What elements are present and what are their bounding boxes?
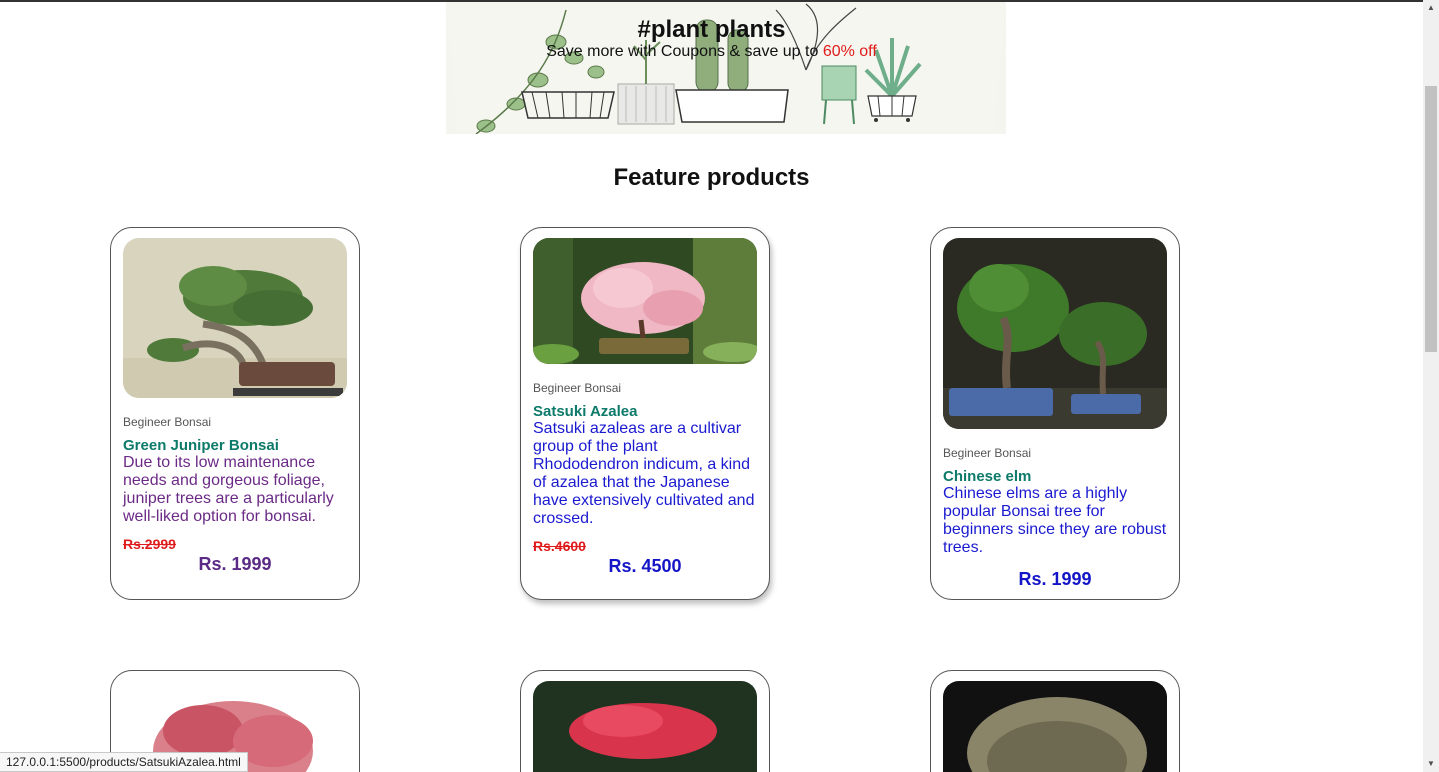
banner-offer: 60% off (822, 43, 877, 60)
product-image-azalea (533, 238, 757, 364)
product-category: Begineer Bonsai (533, 381, 622, 395)
section-title: Feature products (613, 164, 810, 191)
product-description: Satsuki azaleas are a cultivar group of … (533, 420, 755, 527)
product-old-price: Rs.2999 (123, 536, 176, 552)
product-card-row2-2[interactable] (520, 670, 770, 772)
product-price: Rs. 1999 (198, 554, 272, 574)
vertical-scrollbar[interactable]: ▲ ▼ (1423, 0, 1439, 772)
scroll-down-arrow-icon[interactable]: ▼ (1423, 756, 1439, 772)
product-name: Chinese elm (943, 468, 1032, 485)
product-card-green-juniper[interactable]: Begineer Bonsai Green Juniper Bonsai Due… (110, 227, 360, 600)
product-description: Chinese elms are a highly popular Bonsai… (943, 485, 1167, 556)
product-price: Rs. 1999 (1018, 569, 1092, 589)
product-price: Rs. 4500 (608, 556, 682, 576)
product-category: Begineer Bonsai (123, 415, 212, 429)
page: #plant plants Save more with Coupons & s… (0, 0, 1423, 772)
scroll-thumb[interactable] (1425, 86, 1437, 352)
product-image-dark-bonsai (943, 681, 1167, 772)
link-status-bar: 127.0.0.1:5500/products/SatsukiAzalea.ht… (0, 752, 248, 772)
product-name: Green Juniper Bonsai (123, 437, 279, 454)
banner-subtitle: Save more with Coupons & save up to 60% … (0, 43, 1423, 61)
product-name: Satsuki Azalea (533, 403, 638, 420)
product-image-pink-bonsai (533, 681, 757, 772)
product-description: Due to its low maintenance needs and gor… (123, 454, 334, 525)
product-category: Begineer Bonsai (943, 446, 1032, 460)
window-top-border (0, 0, 1439, 2)
product-card-chinese-elm[interactable]: Begineer Bonsai Chinese elm Chinese elms… (930, 227, 1180, 600)
product-image-chinese-elm (943, 238, 1167, 429)
banner-title: #plant plants (637, 16, 786, 43)
product-image-juniper (123, 238, 347, 398)
banner-subtitle-text: Save more with Coupons & save up to (546, 43, 823, 60)
scroll-up-arrow-icon[interactable]: ▲ (1423, 0, 1439, 16)
product-old-price: Rs.4600 (533, 538, 586, 554)
product-card-satsuki-azalea[interactable]: Begineer Bonsai Satsuki Azalea Satsuki a… (520, 227, 770, 600)
product-card-row2-3[interactable] (930, 670, 1180, 772)
